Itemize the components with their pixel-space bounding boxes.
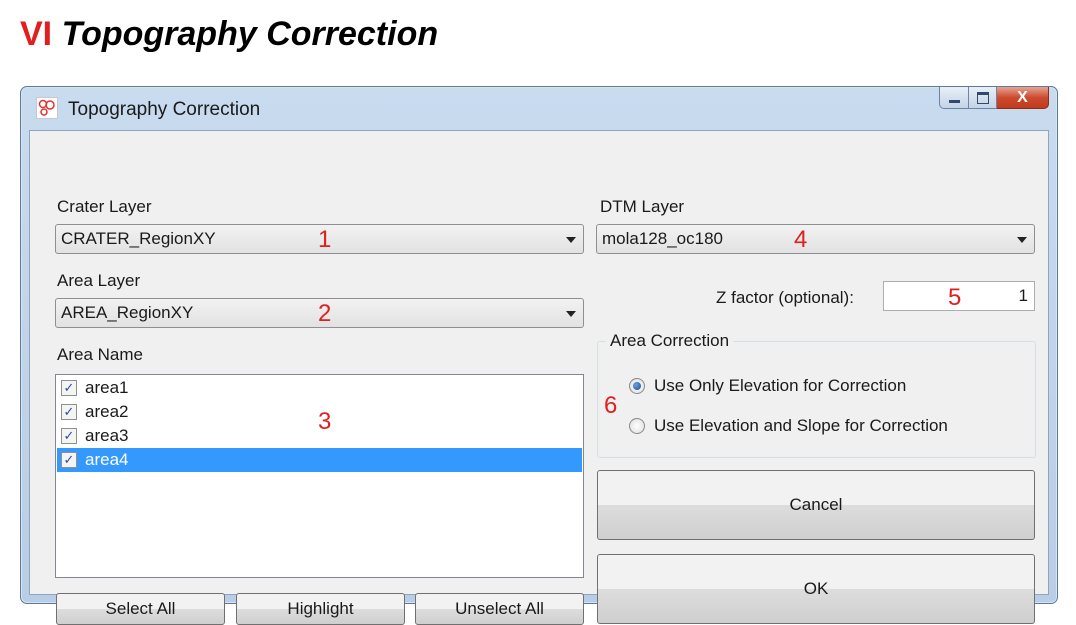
heading-text: Topography Correction [61, 15, 439, 53]
slide-heading: VI Topography Correction [20, 14, 438, 54]
callout-marker-2: 2 [318, 300, 332, 327]
heading-number: VI [20, 15, 53, 53]
crater-layer-label: Crater Layer [57, 197, 152, 216]
list-item-label: area1 [85, 378, 129, 397]
checkbox[interactable]: ✓ [61, 452, 77, 468]
dtm-layer-dropdown[interactable]: mola128_oc180 [596, 224, 1035, 254]
area-layer-label: Area Layer [57, 271, 141, 290]
ok-button[interactable]: OK [597, 554, 1035, 624]
list-item[interactable]: ✓ area1 [57, 376, 582, 400]
maximize-button[interactable] [969, 87, 997, 109]
close-button[interactable]: X [997, 87, 1049, 109]
caption-buttons: X [939, 87, 1049, 111]
title-bar[interactable]: Topography Correction X [21, 87, 1057, 131]
checkbox[interactable]: ✓ [61, 404, 77, 420]
list-item-label: area2 [85, 402, 129, 421]
list-item-label: area3 [85, 426, 129, 445]
window-title: Topography Correction [68, 99, 261, 120]
list-item-selected[interactable]: ✓ area4 [57, 448, 582, 472]
radio-elevation-only[interactable] [629, 378, 645, 394]
radio-elevation-only-label[interactable]: Use Only Elevation for Correction [654, 376, 906, 396]
callout-marker-4: 4 [794, 226, 808, 253]
crater-layer-value: CRATER_RegionXY [61, 229, 216, 248]
area-name-listbox[interactable]: ✓ area1 ✓ area2 ✓ area3 ✓ area4 [55, 374, 584, 578]
select-all-button[interactable]: Select All [56, 593, 225, 625]
chevron-down-icon [1017, 237, 1027, 243]
minimize-icon [948, 99, 960, 103]
radio-elevation-slope-label[interactable]: Use Elevation and Slope for Correction [654, 416, 948, 436]
callout-marker-3: 3 [318, 408, 332, 435]
area-correction-group [597, 341, 1036, 458]
chevron-down-icon [566, 237, 576, 243]
checkbox[interactable]: ✓ [61, 380, 77, 396]
z-factor-label: Z factor (optional): [716, 288, 854, 307]
callout-marker-6: 6 [604, 392, 618, 419]
dialog-body: Crater Layer CRATER_RegionXY 1 Area Laye… [29, 130, 1049, 625]
highlight-button[interactable]: Highlight [236, 593, 405, 625]
dtm-layer-label: DTM Layer [600, 197, 685, 216]
dialog-window: Topography Correction X Crater Layer CRA… [20, 86, 1058, 625]
app-icon [36, 97, 58, 119]
minimize-button[interactable] [939, 87, 969, 109]
unselect-all-button[interactable]: Unselect All [415, 593, 584, 625]
area-name-label: Area Name [57, 345, 143, 364]
chevron-down-icon [566, 311, 576, 317]
callout-marker-1: 1 [318, 226, 332, 253]
maximize-icon [976, 91, 989, 104]
callout-marker-5: 5 [948, 284, 962, 311]
area-correction-title: Area Correction [606, 331, 734, 351]
area-layer-value: AREA_RegionXY [61, 303, 194, 322]
radio-elevation-slope[interactable] [629, 418, 645, 434]
list-item-label: area4 [85, 450, 129, 469]
cancel-button[interactable]: Cancel [597, 470, 1035, 540]
dtm-layer-value: mola128_oc180 [602, 229, 723, 248]
close-icon: X [1017, 88, 1028, 106]
checkbox[interactable]: ✓ [61, 428, 77, 444]
